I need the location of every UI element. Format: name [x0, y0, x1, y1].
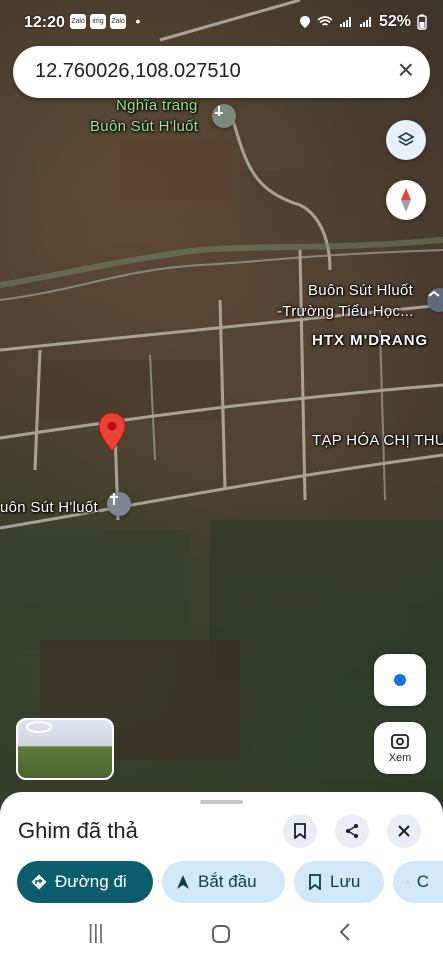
location-status-icon — [299, 16, 310, 28]
xem-label: Xem — [388, 752, 412, 764]
start-button[interactable]: Bắt đầu — [162, 861, 285, 903]
system-icons: 52% — [299, 13, 427, 31]
zalo-icon: Zalo — [70, 14, 86, 29]
save-icon[interactable] — [283, 814, 317, 848]
clock: 12:20 — [24, 14, 65, 31]
school-label-1[interactable]: Buôn Sút Hluốt — [308, 282, 413, 299]
shop-label[interactable]: TẠP HÓA CHỊ THU — [312, 432, 443, 449]
street-view-icon — [26, 721, 52, 733]
zalo-icon: Zalo — [110, 14, 126, 29]
street-view-thumbnail[interactable] — [16, 718, 114, 780]
place-title: Ghim đã thả — [18, 818, 138, 843]
gallery-icon: img — [90, 14, 106, 29]
back-icon[interactable] — [338, 922, 352, 948]
search-query[interactable]: 12.760026,108.027510 — [35, 60, 241, 83]
close-sheet-icon[interactable] — [387, 814, 421, 848]
share-chip-icon — [407, 881, 409, 883]
church-marker-icon[interactable] — [107, 492, 131, 516]
save-label: Lưu — [330, 872, 361, 891]
notification-icons: Zalo img Zalo • — [70, 14, 146, 29]
drag-handle[interactable] — [200, 800, 243, 804]
compass-icon[interactable] — [386, 180, 426, 220]
save-button[interactable]: Lưu — [294, 861, 384, 903]
layers-icon[interactable] — [386, 120, 426, 160]
system-nav-bar: ||| — [0, 912, 443, 960]
coop-label[interactable]: HTX M'DRANG — [312, 332, 428, 349]
cemetery-label-2[interactable]: Buôn Sút H'luốt — [90, 118, 198, 135]
signal-icon — [339, 17, 351, 27]
lens-view-button[interactable]: Xem — [374, 722, 426, 774]
cemetery-label-1[interactable]: Nghĩa trang — [116, 97, 198, 114]
share-icon[interactable] — [335, 814, 369, 848]
directions-icon — [31, 874, 47, 890]
more-notifications-dot: • — [135, 13, 141, 29]
cemetery-marker-icon[interactable] — [212, 104, 236, 128]
status-bar: 12:20 Zalo img Zalo • 52% — [0, 0, 443, 46]
home-icon[interactable] — [211, 924, 231, 950]
battery-level: 52% — [378, 13, 411, 30]
share-chip-button[interactable]: C — [393, 861, 443, 903]
search-bar[interactable]: 12.760026,108.027510 × — [13, 46, 430, 98]
camera-lens-icon — [391, 734, 409, 749]
lte-signal-icon — [359, 17, 371, 27]
directions-label: Đường đi — [55, 872, 127, 891]
battery-icon — [417, 14, 427, 30]
school-label-2[interactable]: -Trường Tiểu Học... — [277, 303, 414, 320]
close-icon[interactable]: × — [398, 56, 414, 84]
bookmark-icon — [309, 874, 321, 890]
navigation-icon — [177, 875, 189, 889]
my-location-icon — [394, 674, 406, 686]
directions-button[interactable]: Đường đi — [17, 861, 153, 903]
start-label: Bắt đầu — [198, 872, 257, 891]
wifi-icon — [317, 16, 333, 26]
recent-apps-icon[interactable]: ||| — [88, 922, 104, 945]
my-location-button[interactable] — [374, 654, 426, 706]
share-chip-label: C — [416, 872, 429, 891]
church-label[interactable]: uôn Sút H'luốt — [0, 499, 98, 516]
